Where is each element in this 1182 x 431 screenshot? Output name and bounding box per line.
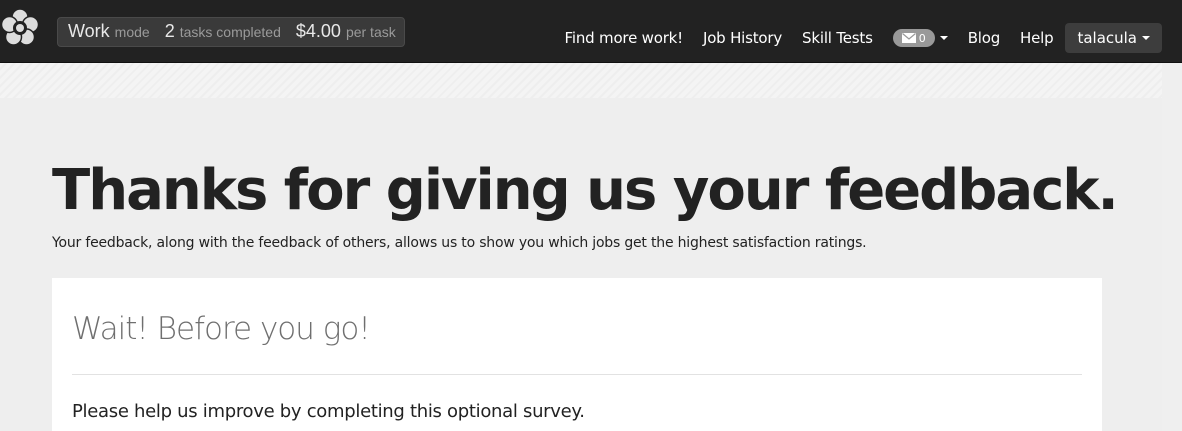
username: talacula <box>1077 29 1137 47</box>
nav-skill-tests[interactable]: Skill Tests <box>802 29 873 47</box>
envelope-icon <box>901 33 916 43</box>
chevron-down-icon <box>939 36 948 40</box>
top-navbar: Work mode 2 tasks completed $4.00 per ta… <box>0 0 1182 63</box>
main-panel: Thanks for giving us your feedback. Your… <box>0 98 1162 431</box>
nav-links: Find more work! Job History Skill Tests … <box>565 22 1162 54</box>
messages-count: 0 <box>918 31 926 45</box>
flower-logo-icon[interactable] <box>0 8 40 48</box>
tasks-completed-label: tasks completed <box>179 24 281 40</box>
nav-blog[interactable]: Blog <box>968 29 1001 47</box>
page-title: Thanks for giving us your feedback. <box>52 158 1119 223</box>
chevron-down-icon <box>1142 36 1150 40</box>
work-stats-bar: Work mode 2 tasks completed $4.00 per ta… <box>57 17 405 47</box>
survey-card-text: Please help us improve by completing thi… <box>72 401 585 422</box>
pay-label: per task <box>345 24 396 40</box>
mode-value: Work <box>68 21 110 41</box>
survey-card: Wait! Before you go! Please help us impr… <box>52 278 1102 431</box>
nav-help[interactable]: Help <box>1020 29 1054 47</box>
nav-job-history[interactable]: Job History <box>703 29 782 47</box>
page-edge <box>1162 63 1182 431</box>
tasks-completed-count: 2 <box>164 21 175 41</box>
page-subtitle: Your feedback, along with the feedback o… <box>52 235 867 251</box>
messages-badge: 0 <box>892 29 935 47</box>
messages-dropdown[interactable]: 0 <box>892 29 948 47</box>
user-menu-button[interactable]: talacula <box>1065 23 1162 53</box>
divider <box>72 374 1082 375</box>
mode-label: mode <box>114 24 150 40</box>
survey-card-title: Wait! Before you go! <box>72 311 371 347</box>
pay-value: $4.00 <box>295 21 341 41</box>
nav-find-more-work[interactable]: Find more work! <box>565 29 684 47</box>
